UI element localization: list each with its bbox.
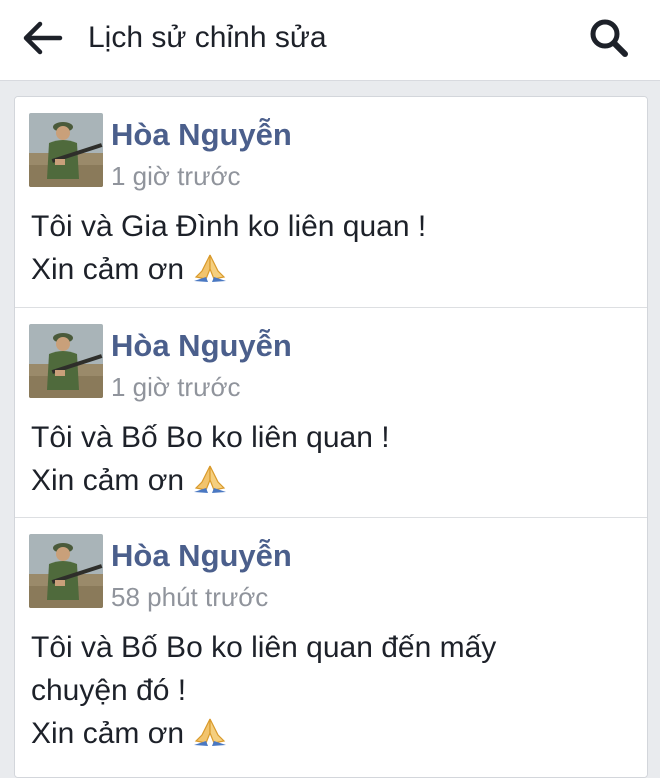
post-text-line-with-emoji: Xin cảm ơn	[31, 248, 631, 291]
page-title: Lịch sử chỉnh sửa	[88, 21, 327, 54]
avatar[interactable]	[29, 534, 103, 608]
avatar-image	[29, 113, 103, 187]
history-entry: Hòa Nguyễn 58 phút trước Tôi và Bố Bo ko…	[15, 517, 647, 777]
post-text-line-with-emoji: Xin cảm ơn	[31, 712, 631, 755]
folded-hands-icon	[194, 254, 227, 282]
top-bar: Lịch sử chỉnh sửa	[0, 0, 660, 81]
timestamp[interactable]: 1 giờ trước	[111, 161, 241, 191]
post-text-line: Xin cảm ơn	[31, 464, 185, 497]
post-text-line: Tôi và Gia Đình ko liên quan !	[31, 210, 427, 243]
folded-hands-icon	[194, 465, 227, 493]
folded-hands-icon	[194, 718, 227, 746]
post-text-line: Xin cảm ơn	[31, 253, 185, 286]
author-name[interactable]: Hòa Nguyễn	[111, 328, 292, 364]
history-entry: Hòa Nguyễn 1 giờ trước Tôi và Gia Đình k…	[15, 97, 647, 307]
post-text: Tôi và Bố Bo ko liên quan ! Xin cảm ơn	[31, 416, 631, 502]
arrow-left-icon[interactable]	[20, 18, 66, 58]
history-entry: Hòa Nguyễn 1 giờ trước Tôi và Bố Bo ko l…	[15, 307, 647, 518]
post-text-line-with-emoji: Xin cảm ơn	[31, 459, 631, 502]
post-text: Tôi và Bố Bo ko liên quan đến mấy chuyện…	[31, 626, 631, 755]
author-name[interactable]: Hòa Nguyễn	[111, 117, 292, 153]
timestamp[interactable]: 58 phút trước	[111, 582, 268, 612]
author-name[interactable]: Hòa Nguyễn	[111, 538, 292, 574]
edit-history-list: Hòa Nguyễn 1 giờ trước Tôi và Gia Đình k…	[14, 96, 648, 778]
post-text-line: chuyện đó !	[31, 674, 187, 707]
timestamp[interactable]: 1 giờ trước	[111, 372, 241, 402]
avatar-image	[29, 534, 103, 608]
avatar[interactable]	[29, 113, 103, 187]
search-icon[interactable]	[586, 16, 632, 60]
avatar-image	[29, 324, 103, 398]
avatar[interactable]	[29, 324, 103, 398]
post-text-line: Tôi và Bố Bo ko liên quan đến mấy	[31, 631, 497, 664]
post-text-line: Tôi và Bố Bo ko liên quan !	[31, 421, 390, 454]
post-text: Tôi và Gia Đình ko liên quan ! Xin cảm ơ…	[31, 205, 631, 291]
post-text-line: Xin cảm ơn	[31, 717, 185, 750]
